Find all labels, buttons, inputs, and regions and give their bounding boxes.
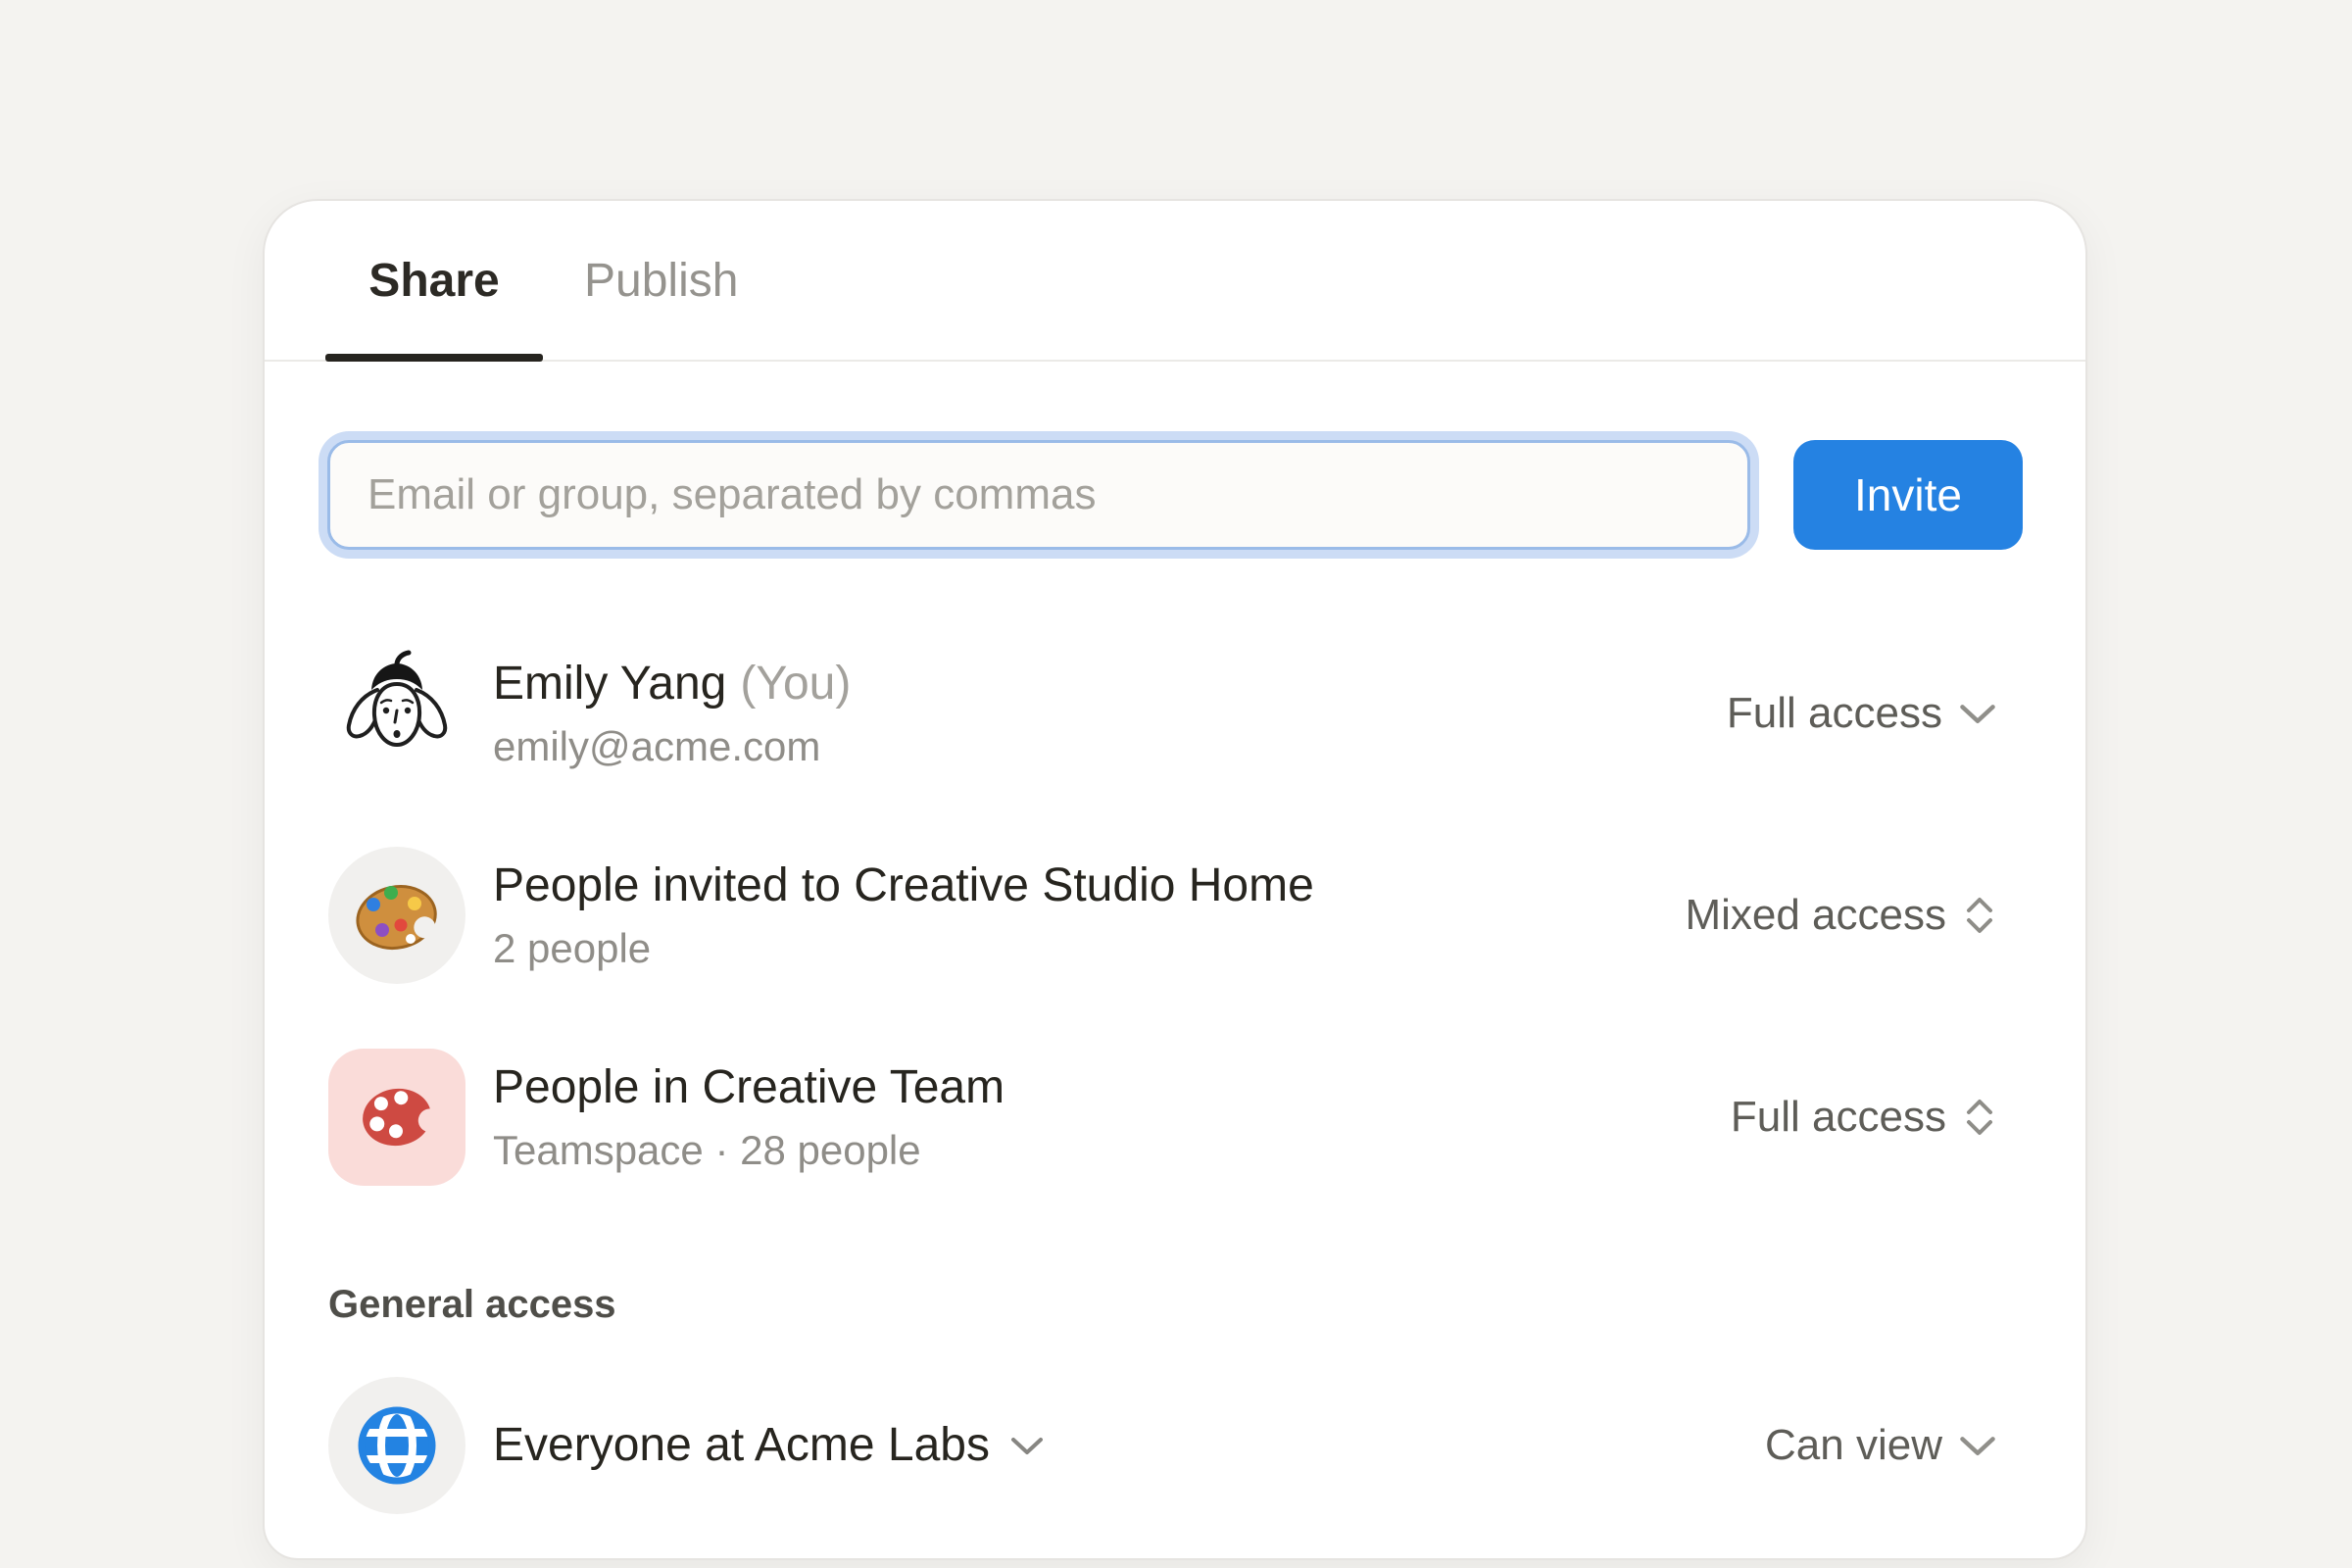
tab-publish-label: Publish bbox=[584, 254, 738, 308]
user-doodle-avatar bbox=[328, 645, 466, 782]
access-dropdown-teamspace[interactable]: Full access bbox=[1731, 1093, 1997, 1142]
doodle-face-icon bbox=[328, 645, 466, 782]
tab-share-label: Share bbox=[368, 254, 499, 308]
group-avatar bbox=[328, 847, 466, 984]
teamspace-avatar bbox=[328, 1049, 466, 1186]
general-access-row: Everyone at Acme Labs Can view bbox=[328, 1372, 1997, 1519]
access-dropdown-emily[interactable]: Full access bbox=[1727, 689, 1997, 738]
dialog-tabs: Share Publish bbox=[265, 201, 2085, 362]
access-dropdown-invited-group[interactable]: Mixed access bbox=[1685, 891, 1997, 940]
chevrons-up-down-icon bbox=[1962, 1094, 1997, 1141]
email-input[interactable] bbox=[327, 440, 1750, 550]
active-tab-underline bbox=[325, 354, 543, 362]
invite-bar: Invite bbox=[327, 440, 2023, 550]
palette-emoji-icon bbox=[328, 847, 466, 984]
member-row-invited-group: People invited to Creative Studio Home 2… bbox=[328, 842, 1997, 989]
red-palette-icon bbox=[328, 1049, 466, 1186]
chevrons-up-down-icon bbox=[1962, 892, 1997, 939]
member-name: People invited to Creative Studio Home bbox=[493, 858, 1685, 914]
member-name: Emily Yang (You) bbox=[493, 656, 1727, 712]
access-dropdown-everyone[interactable]: Can view bbox=[1765, 1421, 1997, 1470]
member-row-teamspace: People in Creative Team Teamspace · 28 p… bbox=[328, 1044, 1997, 1191]
member-list: Emily Yang (You) emily@acme.com Full acc… bbox=[328, 640, 1997, 1191]
chevron-down-icon bbox=[1958, 1433, 1997, 1458]
tab-publish[interactable]: Publish bbox=[572, 201, 750, 360]
chevron-down-icon bbox=[1009, 1434, 1045, 1457]
member-count: 2 people bbox=[493, 924, 1685, 973]
share-dialog: Share Publish Invite bbox=[263, 199, 2087, 1560]
member-row-emily: Emily Yang (You) emily@acme.com Full acc… bbox=[328, 640, 1997, 787]
everyone-scope-dropdown[interactable]: Everyone at Acme Labs bbox=[493, 1417, 1765, 1474]
invite-button[interactable]: Invite bbox=[1793, 440, 2023, 550]
globe-icon bbox=[328, 1377, 466, 1514]
member-teamspace-info: Teamspace · 28 people bbox=[493, 1126, 1731, 1175]
tab-share[interactable]: Share bbox=[325, 201, 543, 360]
general-access-heading: General access bbox=[328, 1283, 2085, 1327]
everyone-avatar bbox=[328, 1377, 466, 1514]
member-name: People in Creative Team bbox=[493, 1059, 1731, 1116]
member-email: emily@acme.com bbox=[493, 722, 1727, 771]
member-you-suffix: (You) bbox=[740, 656, 851, 712]
chevron-down-icon bbox=[1958, 701, 1997, 726]
